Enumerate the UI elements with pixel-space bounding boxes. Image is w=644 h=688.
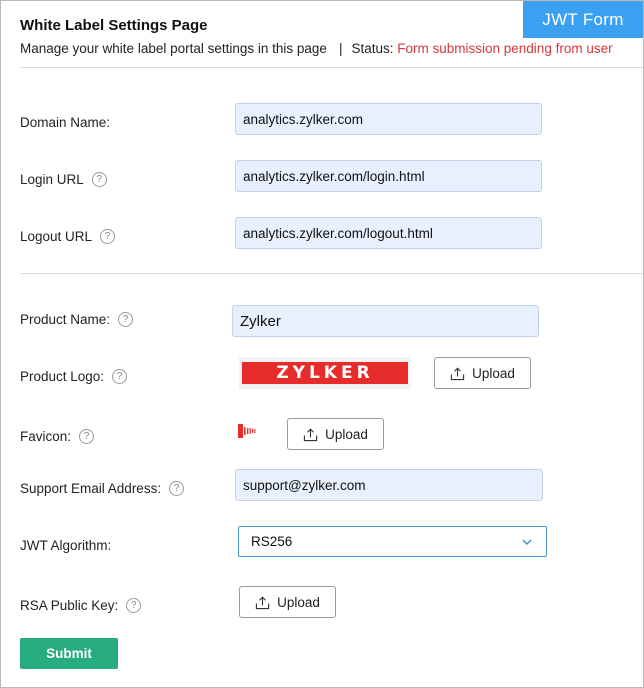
jwt-algorithm-label: JWT Algorithm: xyxy=(20,538,111,553)
zylker-logo: ZYLKER xyxy=(242,362,408,384)
domain-name-label: Domain Name: xyxy=(20,115,110,130)
settings-panel: JWT Form White Label Settings Page Manag… xyxy=(0,0,644,688)
domain-name-input[interactable]: analytics.zylker.com xyxy=(235,103,542,135)
rsa-public-key-label: RSA Public Key: ? xyxy=(20,598,142,613)
page-description: Manage your white label portal settings … xyxy=(20,41,327,56)
upload-label: Upload xyxy=(325,426,368,442)
jwt-algorithm-value: RS256 xyxy=(251,534,293,549)
jwt-form-tag: JWT Form xyxy=(523,1,643,38)
logout-url-label: Logout URL ? xyxy=(20,229,116,244)
product-name-input[interactable]: Zylker xyxy=(232,305,539,337)
help-icon[interactable]: ? xyxy=(126,598,142,613)
upload-label: Upload xyxy=(277,594,320,610)
logout-url-label-text: Logout URL xyxy=(20,229,93,244)
rsa-public-key-upload-button[interactable]: Upload xyxy=(239,586,336,618)
logout-url-input[interactable]: analytics.zylker.com/logout.html xyxy=(235,217,542,249)
zylker-logo-text: ZYLKER xyxy=(276,363,374,383)
zylker-favicon-icon xyxy=(238,424,256,438)
help-icon[interactable]: ? xyxy=(100,229,116,244)
page-subtitle: Manage your white label portal settings … xyxy=(20,41,613,56)
product-name-label: Product Name: ? xyxy=(20,312,134,327)
status-label: Status: xyxy=(351,41,394,56)
help-icon[interactable]: ? xyxy=(79,429,95,444)
product-logo-label-text: Product Logo: xyxy=(20,369,105,384)
jwt-algorithm-select[interactable]: RS256 xyxy=(238,526,547,557)
upload-icon xyxy=(255,595,270,609)
product-logo-upload-button[interactable]: Upload xyxy=(434,357,531,389)
jwt-algorithm-label-text: JWT Algorithm: xyxy=(20,538,112,553)
login-url-input[interactable]: analytics.zylker.com/login.html xyxy=(235,160,542,192)
help-icon[interactable]: ? xyxy=(112,369,128,384)
chevron-down-icon xyxy=(522,539,532,546)
help-icon[interactable]: ? xyxy=(91,172,107,187)
subtitle-separator: | xyxy=(338,41,343,56)
upload-icon xyxy=(303,427,318,441)
help-icon[interactable]: ? xyxy=(118,312,134,327)
page-title: White Label Settings Page xyxy=(20,17,208,34)
section-divider xyxy=(20,273,643,274)
favicon-label: Favicon: ? xyxy=(20,429,95,444)
login-url-label-text: Login URL xyxy=(20,172,84,187)
upload-icon xyxy=(450,366,465,380)
upload-label: Upload xyxy=(472,365,515,381)
domain-name-label-text: Domain Name: xyxy=(20,115,111,130)
product-logo-preview: ZYLKER xyxy=(239,357,411,389)
product-name-label-text: Product Name: xyxy=(20,312,111,327)
status-value: Form submission pending from user xyxy=(397,41,613,56)
submit-button[interactable]: Submit xyxy=(20,638,118,669)
favicon-label-text: Favicon: xyxy=(20,429,72,444)
favicon-upload-button[interactable]: Upload xyxy=(287,418,384,450)
help-icon[interactable]: ? xyxy=(169,481,185,496)
support-email-label-text: Support Email Address: xyxy=(20,481,162,496)
support-email-input[interactable]: support@zylker.com xyxy=(235,469,543,501)
support-email-label: Support Email Address: ? xyxy=(20,481,185,496)
product-logo-label: Product Logo: ? xyxy=(20,369,128,384)
login-url-label: Login URL ? xyxy=(20,172,107,187)
header-divider xyxy=(20,67,643,68)
rsa-public-key-label-text: RSA Public Key: xyxy=(20,598,119,613)
